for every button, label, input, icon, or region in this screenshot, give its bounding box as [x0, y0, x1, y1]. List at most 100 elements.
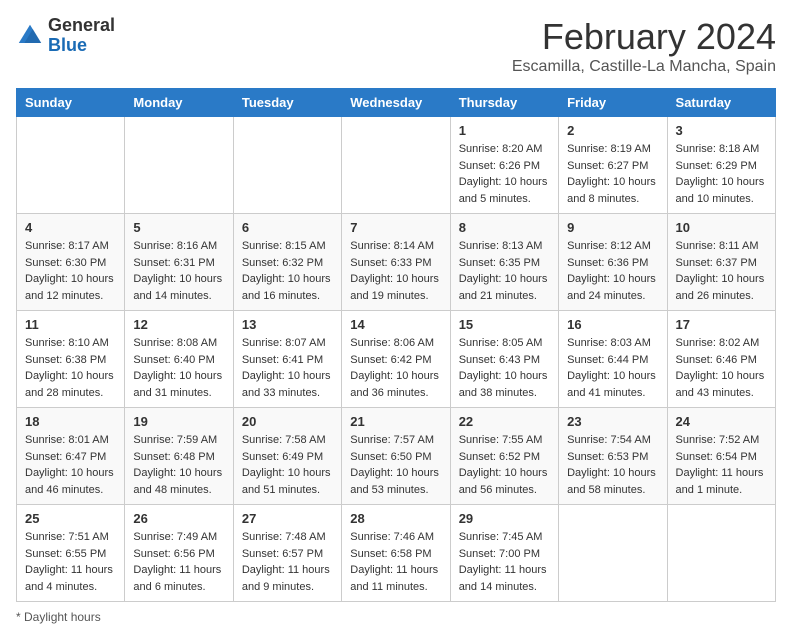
calendar-day-cell: [125, 117, 233, 214]
calendar-day-cell: 25 Sunrise: 7:51 AM Sunset: 6:55 PM Dayli…: [17, 505, 125, 602]
calendar-day-cell: 27Sunrise: 7:48 AM Sunset: 6:57 PM Dayli…: [233, 505, 341, 602]
main-title: February 2024: [512, 16, 776, 58]
day-info: Sunrise: 8:15 AM Sunset: 6:32 PM Dayligh…: [242, 238, 333, 304]
day-info: Sunrise: 7:55 AM Sunset: 6:52 PM Dayligh…: [459, 432, 550, 498]
calendar-day-cell: 3 Sunrise: 8:18 AM Sunset: 6:29 PM Daylig…: [667, 117, 775, 214]
day-info: Sunrise: 7:45 AM Sunset: 7:00 PM Dayligh…: [459, 529, 550, 595]
day-info: Sunrise: 7:58 AM Sunset: 6:49 PM Dayligh…: [242, 432, 333, 498]
day-number: 6: [242, 220, 333, 235]
day-of-week-header: Sunday: [17, 89, 125, 117]
day-info: Sunrise: 8:16 AM Sunset: 6:31 PM Dayligh…: [133, 238, 224, 304]
calendar-day-cell: 24 Sunrise: 7:52 AM Sunset: 6:54 PM Dayli…: [667, 408, 775, 505]
day-number: 29: [459, 511, 550, 526]
day-number: 14: [350, 317, 441, 332]
day-number: 25: [25, 511, 116, 526]
calendar-day-cell: [559, 505, 667, 602]
day-of-week-header: Friday: [559, 89, 667, 117]
logo-general-text: General: [48, 16, 115, 36]
day-info: Sunrise: 8:05 AM Sunset: 6:43 PM Dayligh…: [459, 335, 550, 401]
calendar-day-cell: 29 Sunrise: 7:45 AM Sunset: 7:00 PM Dayli…: [450, 505, 558, 602]
header: General Blue February 2024 Escamilla, Ca…: [16, 16, 776, 76]
day-number: 7: [350, 220, 441, 235]
day-of-week-header: Wednesday: [342, 89, 450, 117]
calendar-day-cell: [233, 117, 341, 214]
calendar-week-row: 18 Sunrise: 8:01 AM Sunset: 6:47 PM Dayli…: [17, 408, 776, 505]
day-info: Sunrise: 8:10 AM Sunset: 6:38 PM Dayligh…: [25, 335, 116, 401]
day-info: Sunrise: 8:13 AM Sunset: 6:35 PM Dayligh…: [459, 238, 550, 304]
day-of-week-header: Saturday: [667, 89, 775, 117]
day-info: Sunrise: 7:48 AM Sunset: 6:57 PM Dayligh…: [242, 529, 333, 595]
calendar-day-cell: 5Sunrise: 8:16 AM Sunset: 6:31 PM Daylig…: [125, 214, 233, 311]
sub-title: Escamilla, Castille-La Mancha, Spain: [512, 58, 776, 76]
day-info: Sunrise: 8:01 AM Sunset: 6:47 PM Dayligh…: [25, 432, 116, 498]
calendar-day-cell: 1 Sunrise: 8:20 AM Sunset: 6:26 PM Daylig…: [450, 117, 558, 214]
day-number: 18: [25, 414, 116, 429]
day-number: 11: [25, 317, 116, 332]
day-info: Sunrise: 8:07 AM Sunset: 6:41 PM Dayligh…: [242, 335, 333, 401]
day-info: Sunrise: 8:02 AM Sunset: 6:46 PM Dayligh…: [676, 335, 767, 401]
logo-blue-text: Blue: [48, 36, 115, 56]
calendar-header-row: SundayMondayTuesdayWednesdayThursdayFrid…: [17, 89, 776, 117]
calendar-week-row: 4Sunrise: 8:17 AM Sunset: 6:30 PM Daylig…: [17, 214, 776, 311]
calendar-day-cell: 17 Sunrise: 8:02 AM Sunset: 6:46 PM Dayli…: [667, 311, 775, 408]
day-info: Sunrise: 7:57 AM Sunset: 6:50 PM Dayligh…: [350, 432, 441, 498]
logo-icon: [16, 22, 44, 50]
day-number: 20: [242, 414, 333, 429]
day-number: 1: [459, 123, 550, 138]
day-number: 21: [350, 414, 441, 429]
calendar-day-cell: 11 Sunrise: 8:10 AM Sunset: 6:38 PM Dayli…: [17, 311, 125, 408]
calendar-body: 1 Sunrise: 8:20 AM Sunset: 6:26 PM Daylig…: [17, 117, 776, 602]
calendar-day-cell: 8 Sunrise: 8:13 AM Sunset: 6:35 PM Daylig…: [450, 214, 558, 311]
day-number: 24: [676, 414, 767, 429]
day-number: 16: [567, 317, 658, 332]
calendar-table: SundayMondayTuesdayWednesdayThursdayFrid…: [16, 88, 776, 602]
day-number: 3: [676, 123, 767, 138]
calendar-day-cell: [342, 117, 450, 214]
day-info: Sunrise: 7:46 AM Sunset: 6:58 PM Dayligh…: [350, 529, 441, 595]
calendar-week-row: 11 Sunrise: 8:10 AM Sunset: 6:38 PM Dayli…: [17, 311, 776, 408]
calendar-day-cell: 4Sunrise: 8:17 AM Sunset: 6:30 PM Daylig…: [17, 214, 125, 311]
day-number: 17: [676, 317, 767, 332]
calendar-day-cell: 9 Sunrise: 8:12 AM Sunset: 6:36 PM Daylig…: [559, 214, 667, 311]
calendar-day-cell: 10 Sunrise: 8:11 AM Sunset: 6:37 PM Dayli…: [667, 214, 775, 311]
calendar-week-row: 1 Sunrise: 8:20 AM Sunset: 6:26 PM Daylig…: [17, 117, 776, 214]
day-of-week-header: Tuesday: [233, 89, 341, 117]
calendar-day-cell: 18 Sunrise: 8:01 AM Sunset: 6:47 PM Dayli…: [17, 408, 125, 505]
day-info: Sunrise: 7:52 AM Sunset: 6:54 PM Dayligh…: [676, 432, 767, 498]
calendar-day-cell: 26 Sunrise: 7:49 AM Sunset: 6:56 PM Dayli…: [125, 505, 233, 602]
calendar-day-cell: 22 Sunrise: 7:55 AM Sunset: 6:52 PM Dayli…: [450, 408, 558, 505]
calendar-day-cell: 20 Sunrise: 7:58 AM Sunset: 6:49 PM Dayli…: [233, 408, 341, 505]
day-number: 26: [133, 511, 224, 526]
day-number: 15: [459, 317, 550, 332]
day-number: 19: [133, 414, 224, 429]
calendar-day-cell: 13Sunrise: 8:07 AM Sunset: 6:41 PM Dayli…: [233, 311, 341, 408]
day-info: Sunrise: 8:14 AM Sunset: 6:33 PM Dayligh…: [350, 238, 441, 304]
calendar-day-cell: 6 Sunrise: 8:15 AM Sunset: 6:32 PM Daylig…: [233, 214, 341, 311]
logo: General Blue: [16, 16, 115, 56]
day-info: Sunrise: 7:54 AM Sunset: 6:53 PM Dayligh…: [567, 432, 658, 498]
day-info: Sunrise: 8:19 AM Sunset: 6:27 PM Dayligh…: [567, 141, 658, 207]
calendar-week-row: 25 Sunrise: 7:51 AM Sunset: 6:55 PM Dayli…: [17, 505, 776, 602]
day-number: 28: [350, 511, 441, 526]
day-info: Sunrise: 8:12 AM Sunset: 6:36 PM Dayligh…: [567, 238, 658, 304]
calendar-day-cell: 16 Sunrise: 8:03 AM Sunset: 6:44 PM Dayli…: [559, 311, 667, 408]
day-info: Sunrise: 7:51 AM Sunset: 6:55 PM Dayligh…: [25, 529, 116, 595]
calendar-day-cell: 7 Sunrise: 8:14 AM Sunset: 6:33 PM Daylig…: [342, 214, 450, 311]
day-info: Sunrise: 8:17 AM Sunset: 6:30 PM Dayligh…: [25, 238, 116, 304]
calendar-day-cell: [667, 505, 775, 602]
day-info: Sunrise: 8:18 AM Sunset: 6:29 PM Dayligh…: [676, 141, 767, 207]
title-area: February 2024 Escamilla, Castille-La Man…: [512, 16, 776, 76]
day-number: 10: [676, 220, 767, 235]
day-number: 12: [133, 317, 224, 332]
day-info: Sunrise: 8:20 AM Sunset: 6:26 PM Dayligh…: [459, 141, 550, 207]
day-number: 9: [567, 220, 658, 235]
calendar-day-cell: 19Sunrise: 7:59 AM Sunset: 6:48 PM Dayli…: [125, 408, 233, 505]
calendar-day-cell: 15 Sunrise: 8:05 AM Sunset: 6:43 PM Dayli…: [450, 311, 558, 408]
day-info: Sunrise: 7:49 AM Sunset: 6:56 PM Dayligh…: [133, 529, 224, 595]
footer-note: * Daylight hours: [16, 610, 776, 624]
day-number: 8: [459, 220, 550, 235]
day-info: Sunrise: 8:11 AM Sunset: 6:37 PM Dayligh…: [676, 238, 767, 304]
day-info: Sunrise: 8:03 AM Sunset: 6:44 PM Dayligh…: [567, 335, 658, 401]
day-number: 22: [459, 414, 550, 429]
day-number: 23: [567, 414, 658, 429]
